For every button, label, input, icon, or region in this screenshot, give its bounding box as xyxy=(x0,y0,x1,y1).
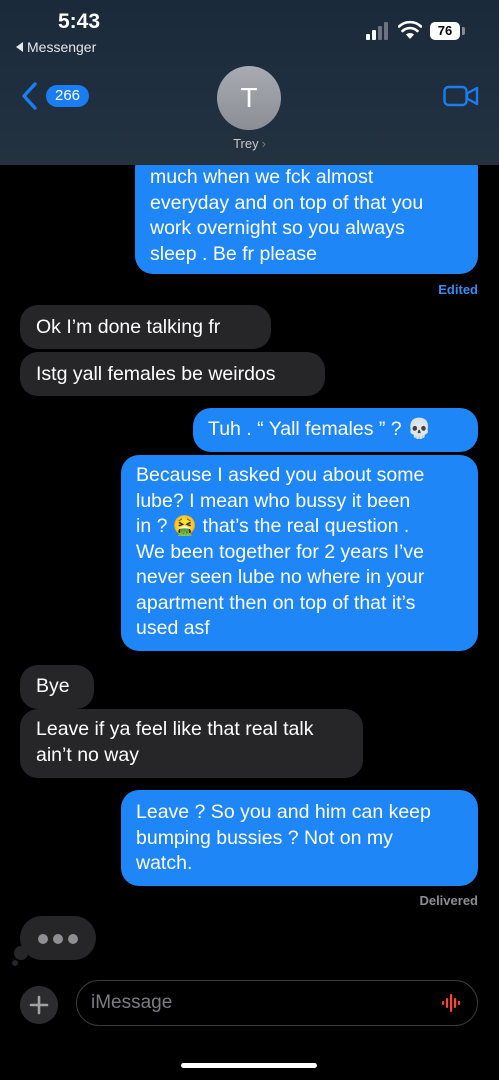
contact-name-button[interactable]: Trey › xyxy=(0,136,499,151)
video-camera-icon[interactable] xyxy=(443,84,479,108)
typing-dot xyxy=(38,934,48,944)
battery-icon: 76 xyxy=(430,22,460,40)
unread-count-badge[interactable]: 266 xyxy=(46,85,90,107)
delivered-label: Delivered xyxy=(419,893,478,908)
message-bubble-received[interactable]: Istg yall females be weirdos xyxy=(20,352,325,396)
home-indicator xyxy=(181,1063,317,1068)
typing-indicator-tail xyxy=(12,960,18,966)
wifi-icon xyxy=(398,20,422,39)
typing-dot xyxy=(68,934,78,944)
conversation-header: 5:43 Messenger 76 266 T Trey › xyxy=(0,0,499,165)
message-bubble-received[interactable]: Bye xyxy=(20,665,94,709)
status-time: 5:43 xyxy=(58,10,101,33)
back-to-app-link[interactable]: Messenger xyxy=(16,39,96,55)
input-placeholder: iMessage xyxy=(91,992,173,1013)
audio-waveform-icon[interactable] xyxy=(441,993,463,1013)
message-bubble-sent[interactable]: Tuh . “ Yall females ” ? 💀 xyxy=(193,408,478,452)
message-bubble-sent[interactable]: much when we fck almost everyday and on … xyxy=(135,150,478,274)
typing-indicator-tail xyxy=(14,946,28,960)
chevron-right-icon: › xyxy=(261,136,266,151)
imessage-input[interactable]: iMessage xyxy=(76,980,478,1026)
back-triangle-icon xyxy=(16,42,23,52)
message-bubble-sent[interactable]: Because I asked you about some lube? I m… xyxy=(121,455,478,651)
message-bubble-received[interactable]: Leave if ya feel like that real talk ain… xyxy=(20,709,363,778)
contact-avatar[interactable]: T xyxy=(217,66,281,130)
plus-icon[interactable] xyxy=(20,986,58,1024)
edited-label: Edited xyxy=(438,282,478,297)
back-app-label: Messenger xyxy=(27,39,97,55)
typing-indicator xyxy=(20,916,96,960)
battery-tip xyxy=(462,27,465,35)
message-bubble-received[interactable]: Ok I’m done talking fr xyxy=(20,305,271,349)
message-bubble-sent[interactable]: Leave ? So you and him can keep bumping … xyxy=(121,790,478,886)
cellular-signal-icon xyxy=(366,22,388,40)
back-chevron-icon[interactable] xyxy=(20,82,38,110)
typing-dot xyxy=(53,934,63,944)
contact-name: Trey xyxy=(233,136,259,151)
messages-conversation-screen: 5:43 Messenger 76 266 T Trey › much when … xyxy=(0,0,499,1080)
